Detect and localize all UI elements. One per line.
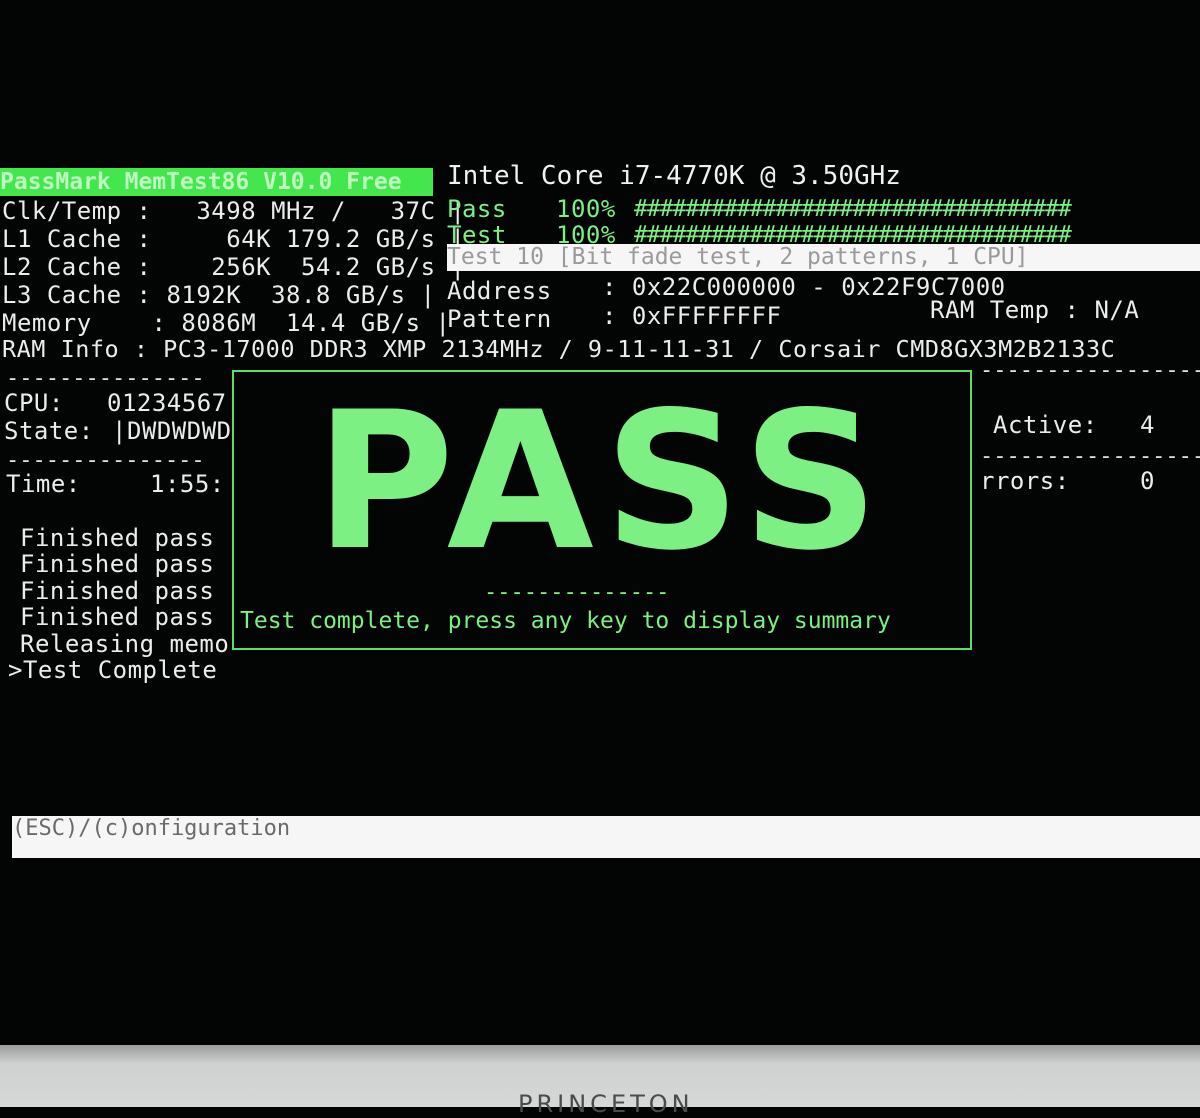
clk-temp-row: Clk/Temp : 3498 MHz / 37C | xyxy=(2,197,466,225)
monitor-brand-logo: PRINCETON xyxy=(518,1090,694,1118)
log-line: >Test Complete xyxy=(8,656,218,684)
right-divider-top: -------------------- xyxy=(980,362,1200,380)
pattern-value: : 0xFFFFFFFF xyxy=(602,302,782,330)
address-label: Address xyxy=(447,277,552,305)
memory-row: Memory : 8086M 14.4 GB/s | xyxy=(2,309,451,337)
log-line: Finished pass xyxy=(20,603,215,631)
result-message: Test complete, press any key to display … xyxy=(240,608,891,634)
cpu-value: 01234567 xyxy=(107,389,227,417)
current-test-description: Test 10 [Bit fade test, 2 patterns, 1 CP… xyxy=(447,244,1200,271)
pass-percent: 100% xyxy=(556,195,616,223)
log-line: Finished pass xyxy=(20,524,215,552)
pattern-label: Pattern xyxy=(447,305,552,333)
state-label: State: xyxy=(4,417,94,445)
errors-value: 0 xyxy=(1140,467,1155,495)
l3-cache-row: L3 Cache : 8192K 38.8 GB/s | xyxy=(2,281,436,309)
memtest-screen: PassMark MemTest86 V10.0 Free Intel Core… xyxy=(0,0,1200,1060)
app-title-bar: PassMark MemTest86 V10.0 Free xyxy=(0,168,433,196)
l2-cache-row: L2 Cache : 256K 54.2 GB/s | xyxy=(2,253,466,281)
active-value: 4 xyxy=(1140,411,1155,439)
cpu-name: Intel Core i7-4770K @ 3.50GHz xyxy=(447,161,901,191)
pass-progress-bar: ################################## xyxy=(634,196,1072,222)
result-dialog[interactable]: PASS -------------- Test complete, press… xyxy=(232,370,972,650)
log-line: Finished pass xyxy=(20,577,215,605)
ram-temp: RAM Temp : N/A xyxy=(930,296,1140,324)
ram-info-row: RAM Info : PC3-17000 DDR3 XMP 2134MHz / … xyxy=(2,335,1116,363)
log-line: Finished pass xyxy=(20,550,215,578)
state-value: |DWDWDWD xyxy=(112,417,232,445)
time-value: 1:55: xyxy=(150,470,225,498)
left-divider-top: --------------- xyxy=(6,370,205,388)
time-label: Time: xyxy=(6,470,81,498)
pass-label: Pass xyxy=(447,195,507,223)
errors-label: rrors: xyxy=(980,467,1070,495)
pass-result-text: PASS xyxy=(314,371,889,592)
left-divider-mid: --------------- xyxy=(6,452,205,470)
result-separator: -------------- xyxy=(484,584,670,602)
configuration-menu-bar[interactable]: (ESC)/(c)onfiguration xyxy=(12,816,1200,858)
l1-cache-row: L1 Cache : 64K 179.2 GB/s | xyxy=(2,225,466,253)
log-line: Releasing memo xyxy=(20,630,230,658)
cpu-label: CPU: xyxy=(4,389,64,417)
active-label: Active: xyxy=(993,411,1098,439)
right-divider-mid: -------------------- xyxy=(980,448,1200,466)
